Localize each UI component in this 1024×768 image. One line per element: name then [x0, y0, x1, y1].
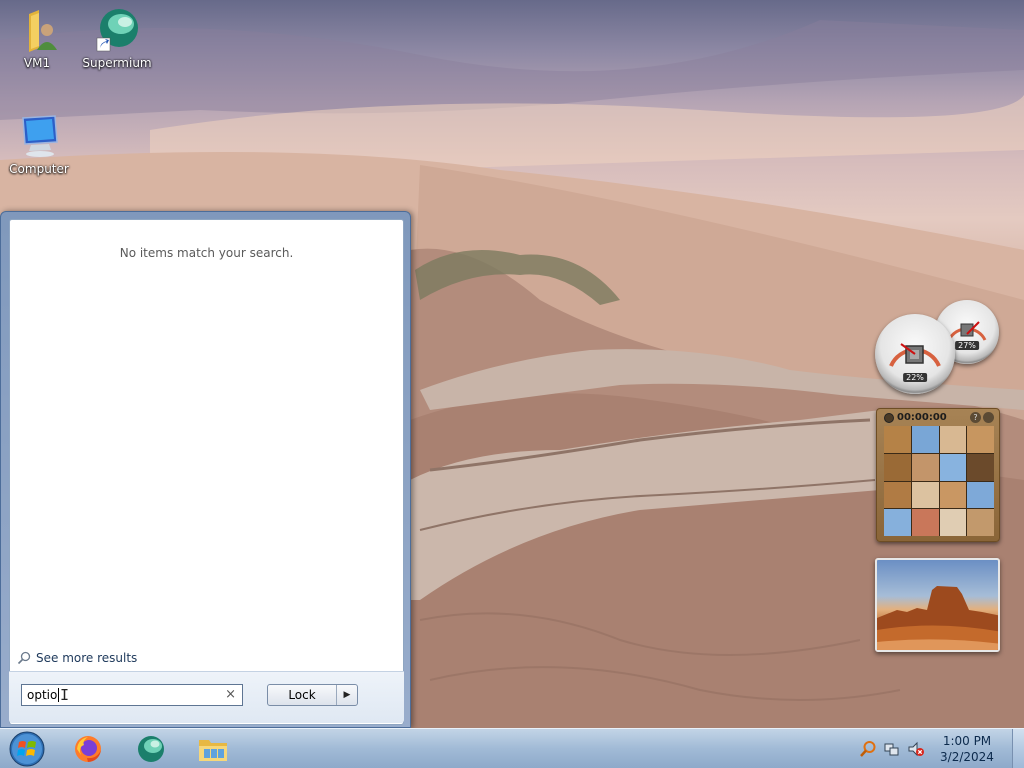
puzzle-tile[interactable]: [911, 481, 939, 509]
puzzle-grid[interactable]: [884, 426, 994, 536]
puzzle-tile[interactable]: [911, 426, 939, 453]
cpu-gauge[interactable]: 22%: [875, 314, 955, 394]
taskbar: 1:00 PM 3/2/2024: [0, 728, 1024, 768]
puzzle-tile[interactable]: [911, 453, 939, 481]
start-search-area: optio I × Lock ▶: [9, 671, 404, 723]
puzzle-tile[interactable]: [967, 509, 994, 536]
puzzle-tile[interactable]: [939, 426, 967, 453]
computer-icon: [15, 112, 63, 160]
puzzle-solve-icon[interactable]: [983, 412, 994, 423]
search-results-pane: No items match your search. See more res…: [9, 219, 404, 725]
puzzle-tile[interactable]: [967, 453, 994, 481]
taskbar-supermium-button[interactable]: [123, 731, 179, 767]
puzzle-tile[interactable]: [884, 509, 911, 536]
puzzle-tile[interactable]: [884, 426, 911, 453]
volume-muted-icon[interactable]: [906, 739, 926, 759]
desktop-icon-vm1[interactable]: VM1: [0, 6, 74, 70]
supermium-icon: [138, 736, 164, 762]
puzzle-tile[interactable]: [884, 453, 911, 481]
desktop-icon-label: Computer: [9, 162, 69, 176]
no-results-message: No items match your search.: [119, 246, 294, 260]
clock-date: 3/2/2024: [940, 750, 994, 764]
windows-logo-icon: [9, 731, 45, 767]
memory-percent: 27%: [955, 341, 979, 350]
see-more-results-label: See more results: [36, 651, 138, 665]
search-input-text: optio: [27, 688, 58, 702]
start-button[interactable]: [5, 729, 49, 768]
desktop-icon-label: Supermium: [82, 56, 152, 70]
puzzle-tile[interactable]: [967, 481, 994, 509]
network-icon[interactable]: [882, 739, 902, 759]
user-folder-icon: [13, 6, 61, 54]
puzzle-tile[interactable]: [967, 426, 994, 453]
tray-search-icon[interactable]: [858, 739, 878, 759]
puzzle-tile[interactable]: [911, 509, 939, 536]
magnifier-icon: [17, 651, 31, 665]
desktop-icon-label: VM1: [23, 56, 51, 70]
taskbar-firefox-button[interactable]: [60, 731, 116, 767]
mesa-photo: [877, 586, 998, 650]
firefox-icon: [75, 736, 101, 762]
puzzle-tile[interactable]: [939, 509, 967, 536]
power-options-arrow-icon[interactable]: ▶: [337, 685, 357, 705]
cpu-percent: 22%: [903, 373, 927, 382]
power-button-group: Lock ▶: [267, 684, 358, 706]
puzzle-tile[interactable]: [939, 481, 967, 509]
show-desktop-button[interactable]: [1012, 729, 1024, 768]
puzzle-timer: 00:00:00: [897, 412, 947, 423]
desktop-icon-supermium[interactable]: Supermium: [80, 6, 154, 70]
puzzle-tile[interactable]: [939, 453, 967, 481]
taskbar-clock[interactable]: 1:00 PM 3/2/2024: [930, 733, 1004, 765]
puzzle-help-icon[interactable]: ?: [970, 412, 981, 423]
start-search-input[interactable]: optio I ×: [21, 684, 243, 706]
file-explorer-icon: [199, 740, 227, 761]
taskbar-explorer-button[interactable]: [185, 731, 241, 767]
supermium-shortcut-icon: [93, 6, 141, 54]
desktop-icon-computer[interactable]: Computer: [2, 112, 76, 176]
ibeam-cursor-icon: I: [60, 686, 70, 704]
start-menu: No items match your search. See more res…: [0, 211, 411, 728]
picture-puzzle-gadget[interactable]: 00:00:00 ?: [876, 408, 1000, 542]
slideshow-gadget[interactable]: [875, 558, 1000, 652]
system-tray: 1:00 PM 3/2/2024: [858, 729, 1004, 768]
clear-search-icon[interactable]: ×: [225, 687, 236, 702]
puzzle-tile[interactable]: [884, 481, 911, 509]
see-more-results-link[interactable]: See more results: [17, 651, 137, 665]
lock-button[interactable]: Lock: [268, 685, 337, 705]
clock-time: 1:00 PM: [942, 734, 992, 748]
puzzle-clock-icon: [884, 413, 894, 423]
